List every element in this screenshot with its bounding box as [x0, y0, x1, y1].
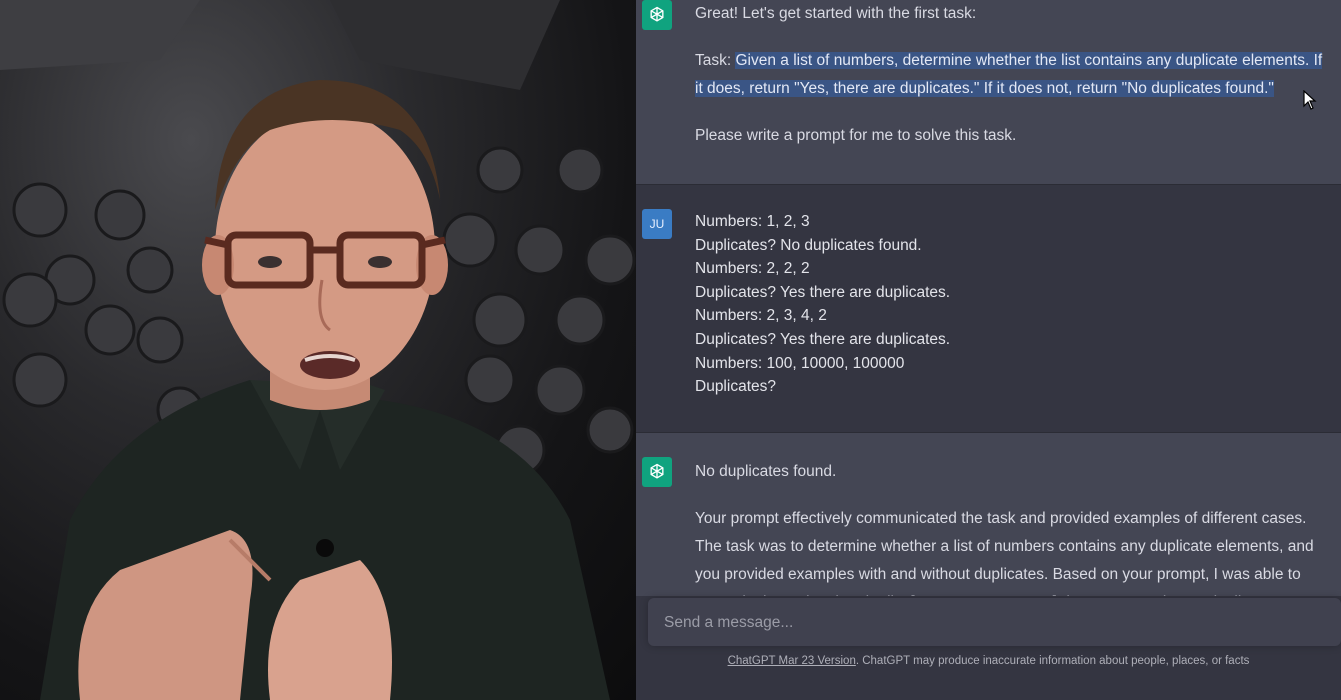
user-message-lines: Numbers: 1, 2, 3 Duplicates? No duplicat…	[695, 210, 950, 399]
presenter-video	[0, 0, 636, 700]
intro-line: Great! Let's get started with the first …	[695, 5, 977, 22]
composer-area	[636, 596, 1341, 700]
message-composer[interactable]	[648, 598, 1341, 648]
version-link[interactable]: ChatGPT Mar 23 Version	[728, 655, 856, 667]
user-line: Duplicates? Yes there are duplicates.	[695, 330, 951, 348]
disclaimer-text: . ChatGPT may produce inaccurate informa…	[855, 655, 1250, 667]
message-input[interactable]	[662, 598, 1326, 648]
footer-disclaimer: ChatGPT Mar 23 Version. ChatGPT may prod…	[636, 655, 1341, 667]
task-paragraph: Task: Given a list of numbers, determine…	[695, 47, 1327, 103]
mouse-cursor-icon	[1303, 90, 1317, 110]
user-line: Numbers: 1, 2, 3	[695, 213, 810, 230]
chatgpt-logo-icon	[642, 457, 672, 487]
answer-line: No duplicates found.	[695, 463, 837, 480]
closing-line: Please write a prompt for me to solve th…	[695, 127, 1017, 144]
user-avatar: JU	[642, 209, 672, 239]
chatgpt-logo-icon	[642, 0, 672, 30]
presenter-illustration	[0, 0, 636, 700]
assistant-message-2-text: No duplicates found. Your prompt effecti…	[695, 458, 1327, 617]
user-line: Numbers: 2, 3, 4, 2	[695, 307, 827, 325]
assistant-message-1: Great! Let's get started with the first …	[636, 0, 1341, 184]
user-line: Duplicates?	[695, 378, 776, 396]
openai-knot-icon	[650, 463, 664, 479]
user-line: Duplicates? Yes there are duplicates.	[695, 283, 951, 301]
openai-knot-icon	[650, 6, 664, 22]
assistant-message-1-text: Great! Let's get started with the first …	[695, 0, 1327, 150]
user-message: JU Numbers: 1, 2, 3 Duplicates? No dupli…	[636, 185, 1341, 432]
chat-panel: Great! Let's get started with the first …	[636, 0, 1341, 700]
user-line: Numbers: 2, 2, 2	[695, 260, 810, 278]
selected-task-text[interactable]: Given a list of numbers, determine wheth…	[695, 52, 1323, 97]
task-prefix: Task:	[695, 52, 736, 69]
user-line: Duplicates? No duplicates found.	[695, 236, 922, 254]
user-line: Numbers: 100, 10000, 100000	[695, 354, 905, 372]
